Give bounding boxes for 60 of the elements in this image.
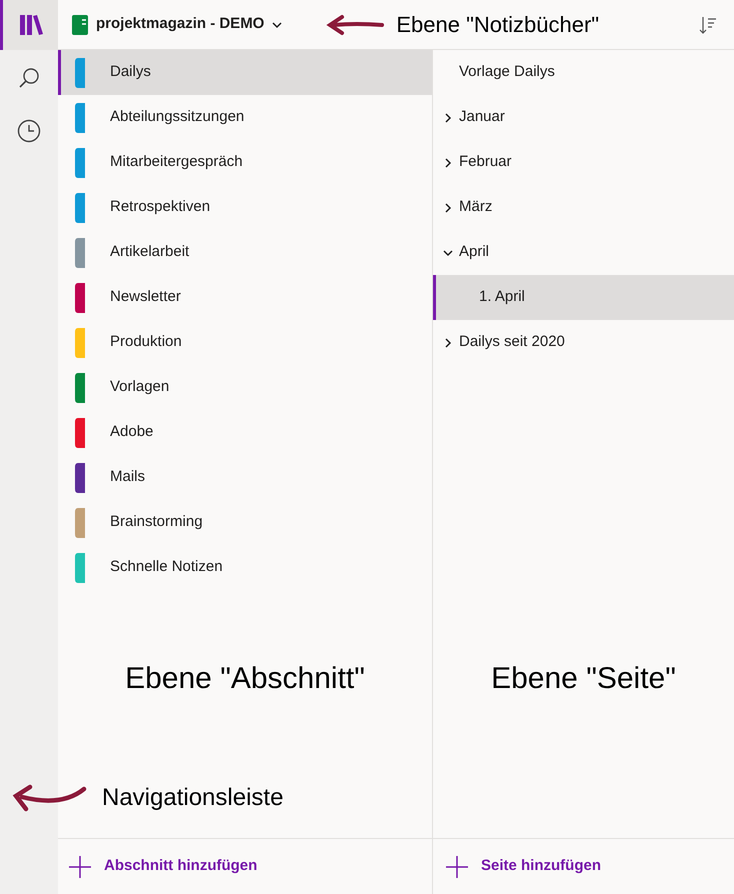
section-title: Retrospektiven xyxy=(110,197,210,218)
page-item[interactable]: 1. April xyxy=(433,275,734,320)
page-item[interactable]: Dailys seit 2020 xyxy=(433,320,734,365)
search-icon xyxy=(18,67,40,89)
section-title: Abteilungssitzungen xyxy=(110,107,244,128)
section-item[interactable]: Retrospektiven xyxy=(58,185,432,230)
section-title: Adobe xyxy=(110,422,154,442)
annotation-label: Ebene "Seite" xyxy=(491,661,676,697)
chevron-right-icon xyxy=(443,112,453,122)
page-item[interactable]: Januar xyxy=(433,95,734,140)
section-title: Schnelle Notizen xyxy=(110,557,223,578)
books-icon xyxy=(18,13,44,37)
page-title: April xyxy=(459,242,490,262)
chevron-right-icon xyxy=(443,158,453,168)
annotation-arrow xyxy=(326,14,384,36)
section-item[interactable]: Produktion xyxy=(58,320,432,365)
section-title: Produktion xyxy=(110,332,182,352)
section-item[interactable]: Mails xyxy=(58,455,432,500)
add-page-button[interactable]: Seite hinzufügen xyxy=(445,854,601,878)
add-section-button[interactable]: Abschnitt hinzufügen xyxy=(68,854,258,878)
section-item[interactable]: Mitarbeitergespräch xyxy=(58,140,432,185)
section-item[interactable]: Dailys xyxy=(58,50,432,95)
section-title: Brainstorming xyxy=(110,512,203,532)
plus-icon xyxy=(445,854,469,878)
section-item[interactable]: Newsletter xyxy=(58,275,432,320)
section-item[interactable]: Adobe xyxy=(58,410,432,455)
notebook-icon xyxy=(72,14,88,34)
section-item[interactable]: Schnelle Notizen xyxy=(58,545,432,590)
annotation-label: Ebene "Abschnitt" xyxy=(125,661,365,697)
page-title: Vorlage Dailys xyxy=(459,62,555,82)
section-item[interactable]: Vorlagen xyxy=(58,365,432,410)
page-item[interactable]: März xyxy=(433,185,734,230)
page-title: 1. April xyxy=(479,287,525,308)
sort-icon[interactable] xyxy=(698,14,718,34)
section-title: Dailys xyxy=(110,62,151,82)
chevron-down-icon xyxy=(443,248,453,258)
page-title: Januar xyxy=(459,107,505,128)
section-title: Mitarbeitergespräch xyxy=(110,152,243,172)
section-title: Newsletter xyxy=(110,287,181,308)
annotation-label: Ebene "Notizbücher" xyxy=(396,11,600,39)
annotation-label: Navigationsleiste xyxy=(102,783,284,813)
plus-icon xyxy=(68,854,92,878)
chevron-right-icon xyxy=(443,202,453,212)
section-item[interactable]: Abteilungssitzungen xyxy=(58,95,432,140)
page-title: Dailys seit 2020 xyxy=(459,332,565,352)
page-item[interactable]: April xyxy=(433,230,734,275)
section-item[interactable]: Brainstorming xyxy=(58,500,432,545)
page-title: Februar xyxy=(459,152,512,172)
notebooks-button[interactable] xyxy=(0,0,58,50)
chevron-down-icon xyxy=(272,20,282,30)
page-item[interactable]: Februar xyxy=(433,140,734,185)
chevron-right-icon xyxy=(443,338,453,348)
notebook-selector[interactable]: projektmagazin - DEMO xyxy=(72,13,282,36)
section-title: Vorlagen xyxy=(110,377,170,398)
section-title: Artikelarbeit xyxy=(110,242,190,262)
page-title: März xyxy=(459,197,492,218)
page-item[interactable]: Vorlage Dailys xyxy=(433,50,734,95)
section-item[interactable]: Artikelarbeit xyxy=(58,230,432,275)
section-title: Mails xyxy=(110,467,146,488)
clock-icon xyxy=(17,119,41,143)
